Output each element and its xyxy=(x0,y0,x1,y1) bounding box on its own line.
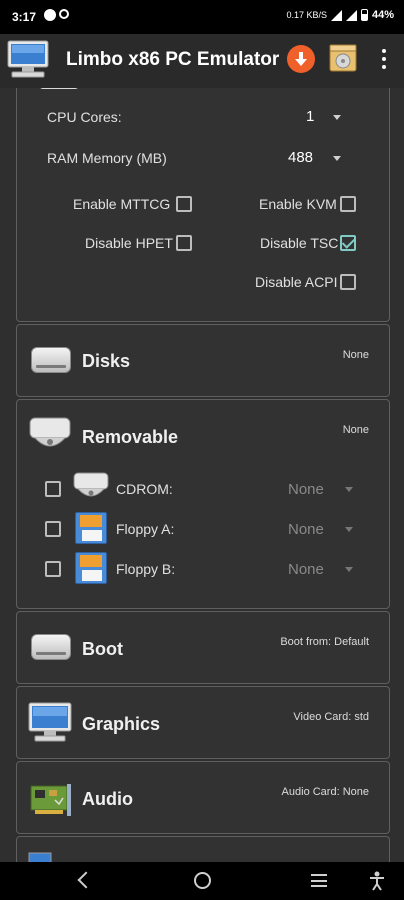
ram-value: 488 xyxy=(288,149,314,166)
floppy-b-value: None xyxy=(288,561,324,578)
disable-acpi-label: Disable ACPI xyxy=(255,274,338,290)
menu-dot xyxy=(382,65,386,69)
chevron-down-icon xyxy=(345,567,353,572)
data-rate: 0.17 KB/S xyxy=(286,10,327,20)
settings-scroll-area[interactable]: CPU Cores: 1 RAM Memory (MB) 488 Enable … xyxy=(0,88,404,862)
audio-panel[interactable]: Audio Audio Card: None xyxy=(16,761,390,834)
whatsapp-icon xyxy=(44,9,56,21)
notification-icon xyxy=(59,9,69,19)
status-bar: 3:17 0.17 KB/S 44% xyxy=(0,0,404,34)
ram-label: RAM Memory (MB) xyxy=(47,150,167,166)
cpu-cores-dropdown[interactable]: 1 xyxy=(297,103,357,131)
audio-title: Audio xyxy=(82,789,133,809)
cdrom-drive-icon xyxy=(29,417,71,447)
cdrom-checkbox[interactable] xyxy=(45,481,61,497)
floppy-a-label: Floppy A: xyxy=(116,521,175,537)
notification-icons xyxy=(44,9,69,21)
download-button[interactable] xyxy=(287,45,315,73)
cdrom-value: None xyxy=(288,481,324,498)
status-time: 3:17 xyxy=(12,10,37,24)
floppy-disk-icon xyxy=(75,512,107,544)
back-button[interactable] xyxy=(77,871,95,889)
floppy-b-checkbox[interactable] xyxy=(45,561,61,577)
monitor-icon xyxy=(28,702,72,742)
ram-dropdown[interactable]: 488 xyxy=(281,144,361,172)
boot-title: Boot xyxy=(82,639,123,659)
menu-dot xyxy=(382,57,386,61)
graphics-note: Video Card: std xyxy=(293,711,369,723)
audio-note: Audio Card: None xyxy=(281,786,369,798)
boot-drive-icon xyxy=(31,634,71,660)
chevron-down-icon xyxy=(345,487,353,492)
floppy-b-dropdown[interactable]: None xyxy=(279,555,359,583)
overflow-menu-button[interactable] xyxy=(376,46,392,72)
disable-tsc-checkbox[interactable] xyxy=(340,235,356,251)
enable-kvm-checkbox[interactable] xyxy=(340,196,356,212)
cpu-cores-value: 1 xyxy=(306,108,315,125)
boot-note: Boot from: Default xyxy=(280,636,369,648)
cdrom-drive-icon xyxy=(73,472,109,497)
enable-kvm-label: Enable KVM xyxy=(259,196,337,212)
battery-percent: 44% xyxy=(371,9,394,21)
floppy-a-checkbox[interactable] xyxy=(45,521,61,537)
enable-mttcg-checkbox[interactable] xyxy=(176,196,192,212)
app-bar: Limbo x86 PC Emulator xyxy=(0,34,404,88)
sound-card-icon xyxy=(30,784,71,816)
network-icon xyxy=(28,852,52,862)
disks-panel[interactable]: Disks None xyxy=(16,324,390,397)
cpu-icon-partial xyxy=(39,88,79,89)
cdrom-label: CDROM: xyxy=(116,481,173,497)
recents-line xyxy=(311,879,327,882)
recents-button[interactable] xyxy=(311,874,327,887)
download-arrow-icon xyxy=(295,52,307,66)
enable-mttcg-label: Enable MTTCG xyxy=(73,196,171,212)
computer-logo-icon xyxy=(7,40,49,78)
hard-disk-icon xyxy=(31,347,71,373)
disable-hpet-label: Disable HPET xyxy=(85,235,173,251)
cpu-cores-label: CPU Cores: xyxy=(47,109,122,125)
recents-line xyxy=(311,885,327,887)
floppy-a-dropdown[interactable]: None xyxy=(279,515,359,543)
menu-dot xyxy=(382,49,386,53)
disable-tsc-label: Disable TSC xyxy=(260,235,339,251)
disable-acpi-checkbox[interactable] xyxy=(340,274,356,290)
signal-icon-2 xyxy=(345,9,357,21)
disks-title: Disks xyxy=(82,351,131,371)
cd-case-button[interactable] xyxy=(328,43,358,73)
battery-icon xyxy=(360,9,368,21)
chevron-down-icon xyxy=(333,156,341,161)
boot-panel[interactable]: Boot Boot from: Default xyxy=(16,611,390,684)
removable-title: Removable xyxy=(82,427,179,447)
graphics-title: Graphics xyxy=(82,714,161,734)
floppy-a-value: None xyxy=(288,521,324,538)
home-button[interactable] xyxy=(194,872,211,889)
cdrom-dropdown[interactable]: None xyxy=(279,475,359,503)
system-status-icons: 0.17 KB/S 44% xyxy=(286,9,394,21)
app-title: Limbo x86 PC Emulator xyxy=(66,49,280,70)
cpu-panel: CPU Cores: 1 RAM Memory (MB) 488 Enable … xyxy=(16,88,390,322)
chevron-down-icon xyxy=(345,527,353,532)
floppy-b-label: Floppy B: xyxy=(116,561,176,577)
disks-note: None xyxy=(342,349,369,361)
recents-line xyxy=(311,874,327,876)
navigation-bar xyxy=(0,862,404,900)
chevron-down-icon xyxy=(333,115,341,120)
signal-icon xyxy=(330,9,342,21)
removable-panel: Removable None CDROM: None Floppy A: Non… xyxy=(16,399,390,609)
graphics-panel[interactable]: Graphics Video Card: std xyxy=(16,686,390,759)
removable-note: None xyxy=(342,424,369,436)
network-panel-partial[interactable] xyxy=(16,836,390,862)
accessibility-button[interactable] xyxy=(368,871,386,891)
disable-hpet-checkbox[interactable] xyxy=(176,235,192,251)
floppy-disk-icon xyxy=(75,552,107,584)
